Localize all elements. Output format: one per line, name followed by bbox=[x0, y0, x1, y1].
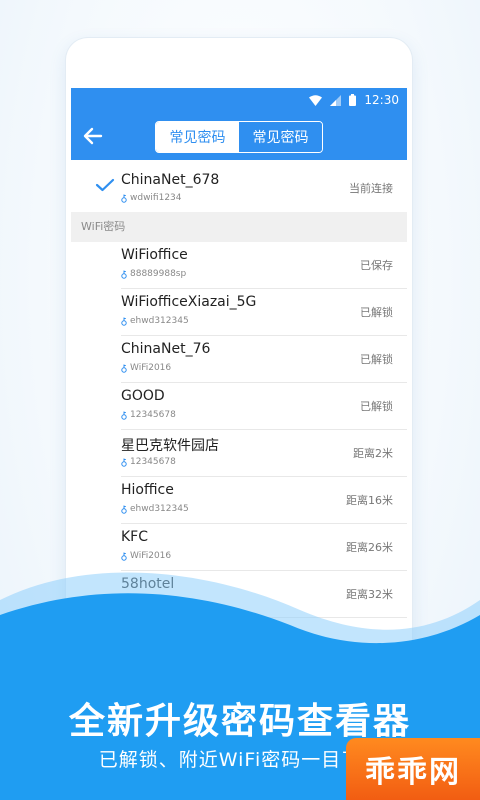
tab-common-passwords-2[interactable]: 常见密码 bbox=[239, 122, 322, 152]
password-text: 12345678 bbox=[130, 457, 176, 467]
network-row[interactable]: Hioffice ehwd312345 距离16米 bbox=[121, 477, 407, 524]
cell-signal-icon bbox=[330, 94, 342, 106]
password-text: 12345678 bbox=[130, 410, 176, 420]
network-row[interactable]: WiFiofficeXiazai_5G ehwd312345 已解锁 bbox=[121, 289, 407, 336]
wifi-signal-icon bbox=[309, 94, 323, 106]
site-watermark: 乖乖网 bbox=[346, 738, 480, 800]
network-row[interactable]: 星巴克软件园店 12345678 距离2米 bbox=[121, 430, 407, 477]
back-arrow-icon[interactable] bbox=[81, 124, 105, 148]
network-state: 已解锁 bbox=[360, 306, 393, 319]
network-name: ChinaNet_76 bbox=[121, 341, 211, 357]
network-password: 88889988sp bbox=[121, 269, 186, 279]
network-name: KFC bbox=[121, 529, 149, 545]
key-icon bbox=[121, 364, 127, 373]
network-state: 距离16米 bbox=[346, 494, 393, 507]
network-password: WiFi2016 bbox=[121, 363, 171, 373]
key-icon bbox=[121, 505, 127, 514]
network-name: 星巴克软件园店 bbox=[121, 438, 219, 454]
password-text: WiFi2016 bbox=[130, 363, 172, 373]
key-icon bbox=[121, 194, 127, 203]
connection-state: 当前连接 bbox=[349, 182, 393, 195]
password-text: wdwifi1234 bbox=[130, 193, 182, 203]
network-row[interactable]: ChinaNet_76 WiFi2016 已解锁 bbox=[121, 336, 407, 383]
current-connection-row[interactable]: ChinaNet_678 wdwifi1234 当前连接 bbox=[71, 160, 407, 212]
network-state: 已保存 bbox=[360, 259, 393, 272]
network-password: ehwd312345 bbox=[121, 504, 189, 514]
checkmark-icon bbox=[95, 178, 115, 192]
status-bar: 12:30 bbox=[71, 88, 407, 114]
network-row[interactable]: WiFioffice 88889988sp 已保存 bbox=[121, 242, 407, 289]
key-icon bbox=[121, 270, 127, 279]
password-text: ehwd312345 bbox=[130, 504, 189, 514]
key-icon bbox=[121, 317, 127, 326]
network-name: WiFioffice bbox=[121, 247, 188, 263]
network-name: GOOD bbox=[121, 388, 165, 404]
banner-title: 全新升级密码查看器 bbox=[68, 701, 411, 742]
network-password: 12345678 bbox=[121, 457, 176, 467]
network-password: 12345678 bbox=[121, 410, 176, 420]
password-text: ehwd312345 bbox=[130, 316, 189, 326]
status-time: 12:30 bbox=[364, 93, 399, 107]
network-state: 距离26米 bbox=[346, 541, 393, 554]
network-name: ChinaNet_678 bbox=[121, 172, 220, 188]
section-header-wifi-passwords: WiFi密码 bbox=[71, 212, 407, 242]
network-state: 距离2米 bbox=[353, 447, 393, 460]
wifi-list: ChinaNet_678 wdwifi1234 当前连接 WiFi密码 WiFi… bbox=[71, 160, 407, 618]
key-icon bbox=[121, 411, 127, 420]
password-text: 88889988sp bbox=[130, 269, 187, 279]
network-state: 已解锁 bbox=[360, 400, 393, 413]
network-name: WiFiofficeXiazai_5G bbox=[121, 294, 257, 310]
network-name: Hioffice bbox=[121, 482, 174, 498]
network-state: 已解锁 bbox=[360, 353, 393, 366]
network-row[interactable]: GOOD 12345678 已解锁 bbox=[121, 383, 407, 430]
key-icon bbox=[121, 458, 127, 467]
network-password: ehwd312345 bbox=[121, 316, 189, 326]
network-password: wdwifi1234 bbox=[121, 193, 182, 203]
battery-icon bbox=[349, 94, 357, 106]
tab-switcher: 常见密码 常见密码 bbox=[155, 121, 323, 153]
app-bar: 常见密码 常见密码 bbox=[71, 114, 407, 160]
tab-common-passwords[interactable]: 常见密码 bbox=[156, 122, 239, 152]
